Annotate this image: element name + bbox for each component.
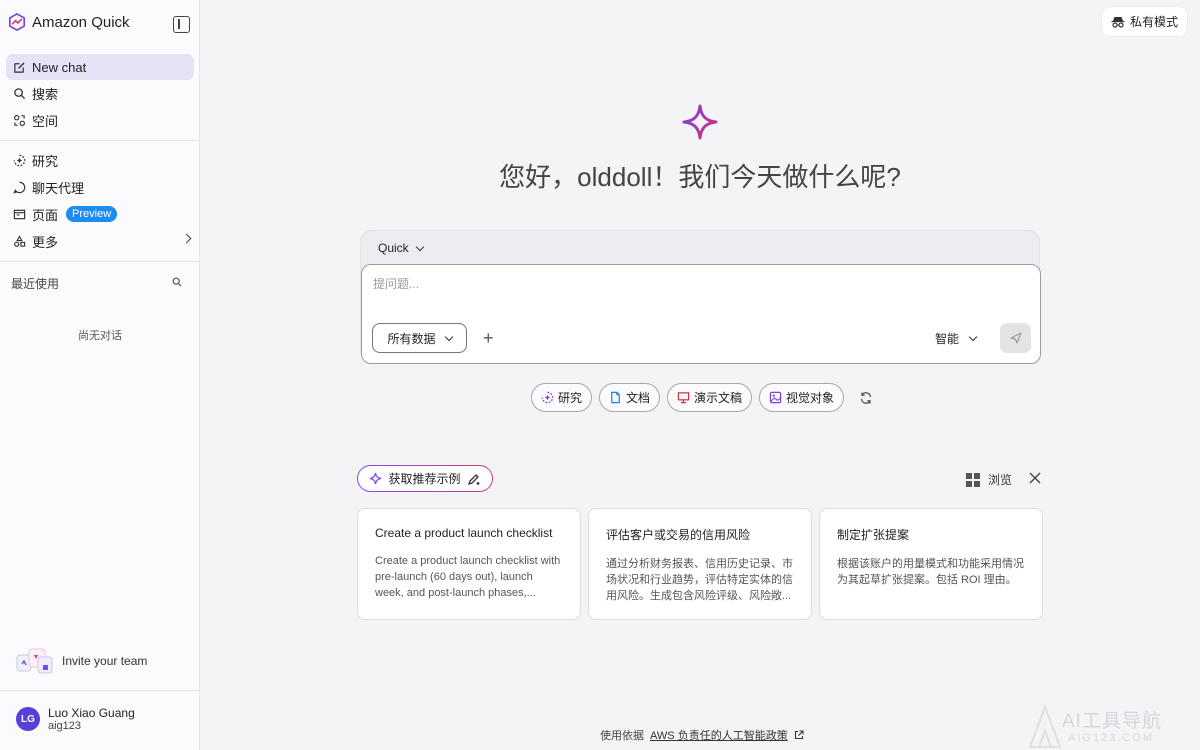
responsible-ai-policy-link[interactable]: AWS 负责任的人工智能政策 [650,727,788,743]
add-attachment-button[interactable]: + [483,329,494,347]
empty-conversations-text: 尚无对话 [78,330,122,342]
sidebar-item-spaces[interactable]: 空间 [6,107,194,133]
sidebar-item-label: 聊天代理 [32,180,85,196]
pen-sparkle-icon [467,473,479,485]
card-description: 通过分析财务报表、信用历史记录、市场状况和行业趋势，评估特定实体的信用风险。生成… [606,558,793,602]
chat-agent-icon [13,181,26,194]
card-title: Create a product launch checklist [375,526,553,540]
footer-prefix: 使用依据 [600,730,644,742]
sidebar-item-pages[interactable]: 页面 Preview [6,201,194,227]
user-name: Luo Xiao Guang [48,706,135,720]
document-icon [611,391,620,404]
sidebar-item-new-chat[interactable]: New chat [6,54,194,80]
recent-title: 最近使用 [11,277,60,291]
more-icon [13,234,26,248]
sidebar-divider [0,261,199,262]
sidebar: Amazon Quick New chat 搜索 空间 研究 聊天代理 页面 P… [0,0,200,750]
amazon-quick-logo-icon [8,13,26,31]
sidebar-item-research[interactable]: 研究 [6,147,194,173]
suggest-label: 获取推荐示例 [388,472,461,486]
model-label: Quick [378,241,409,255]
model-selector[interactable]: Quick [378,241,424,255]
refresh-icon [860,391,872,404]
suggestion-card[interactable]: 制定扩张提案 根据该账户的用量模式和功能采用情况为其起草扩张提案。包括 ROI … [819,508,1043,620]
chip-label: 研究 [558,391,583,405]
research-icon [13,154,26,167]
private-mode-button[interactable]: 私有模式 [1102,7,1187,36]
chip-visual[interactable]: 视觉对象 [759,383,845,412]
page-icon [13,208,26,221]
sparkle-icon [370,472,382,485]
sidebar-item-label: New chat [32,59,87,75]
spaces-icon [13,114,26,127]
card-title: 制定扩张提案 [837,528,910,542]
user-account: aig123 [48,720,82,732]
browse-button[interactable]: 浏览 [966,471,1012,488]
card-title: 评估客户或交易的信用风险 [606,528,751,542]
presentation-icon [677,392,690,404]
chat-composer: Quick 所有数据 + 智能 [360,230,1041,364]
incognito-icon [1111,16,1125,28]
search-icon [13,87,26,100]
sidebar-item-label: 页面 [32,207,59,223]
quick-action-chips: 研究 文档 演示文稿 视觉对象 [531,383,876,412]
chip-presentation[interactable]: 演示文稿 [667,383,753,412]
chip-research[interactable]: 研究 [531,383,593,412]
sparkle-logo-icon [682,104,718,140]
get-suggestions-button[interactable]: 获取推荐示例 [357,465,493,492]
mode-label: 智能 [935,332,960,346]
invite-label: Invite your team [62,654,148,668]
chip-document[interactable]: 文档 [599,383,661,412]
data-scope-label: 所有数据 [387,331,436,346]
search-recent-icon[interactable] [172,277,182,287]
invite-illustration-icon [16,648,53,674]
send-icon [1009,332,1022,344]
footer: 使用依据 AWS 负责任的人工智能政策 [600,727,804,743]
brand-name: Amazon Quick [32,13,130,31]
invite-team-button[interactable]: Invite your team [16,645,147,677]
sidebar-toggle-icon[interactable] [173,16,190,33]
sidebar-item-label: 更多 [32,234,59,250]
chip-label: 文档 [626,391,651,405]
private-mode-label: 私有模式 [1129,15,1178,29]
sidebar-divider [0,690,199,691]
suggestion-card[interactable]: 评估客户或交易的信用风险 通过分析财务报表、信用历史记录、市场状况和行业趋势，评… [588,508,812,620]
mode-select[interactable]: 智能 [935,330,978,347]
prompt-box: 所有数据 + 智能 [361,264,1041,364]
chevron-down-icon [968,332,978,342]
sidebar-item-label: 空间 [32,113,59,129]
preview-badge: Preview [66,206,118,222]
card-description: 根据该账户的用量模式和功能采用情况为其起草扩张提案。包括 ROI 理由。 [837,558,1024,586]
suggestion-card[interactable]: Create a product launch checklist Create… [357,508,581,620]
watermark-text: AI工具导航 [1062,711,1162,732]
sidebar-item-more[interactable]: 更多 [6,228,194,254]
close-icon[interactable] [1028,471,1042,485]
external-link-icon [794,730,804,740]
chip-label: 视觉对象 [786,391,835,405]
refresh-suggestions-button[interactable] [856,388,876,408]
watermark-subtext: AIG123.COM [1068,732,1155,744]
research-icon [541,391,554,404]
user-profile[interactable]: LG Luo Xiao Guang aig123 [16,706,135,732]
browse-label: 浏览 [988,473,1013,487]
data-scope-select[interactable]: 所有数据 [372,323,467,353]
sidebar-divider [0,140,199,141]
chip-label: 演示文稿 [694,391,743,405]
sidebar-item-label: 研究 [32,153,59,169]
sidebar-item-chat-agent[interactable]: 聊天代理 [6,174,194,200]
sidebar-item-search[interactable]: 搜索 [6,80,194,106]
prompt-input[interactable] [373,277,1013,291]
grid-icon [966,472,980,487]
edit-icon [13,61,26,74]
card-description: Create a product launch checklist with p… [375,555,561,599]
chevron-down-icon [415,242,424,251]
chevron-down-icon [444,332,453,341]
send-button[interactable] [1000,323,1031,353]
sidebar-item-label: 搜索 [32,86,59,102]
greeting-heading: 您好，olddoll！我们今天做什么呢? [499,162,901,192]
image-icon [769,391,782,404]
chevron-right-icon [181,233,192,244]
brand[interactable]: Amazon Quick [8,13,130,31]
avatar: LG [16,707,40,731]
